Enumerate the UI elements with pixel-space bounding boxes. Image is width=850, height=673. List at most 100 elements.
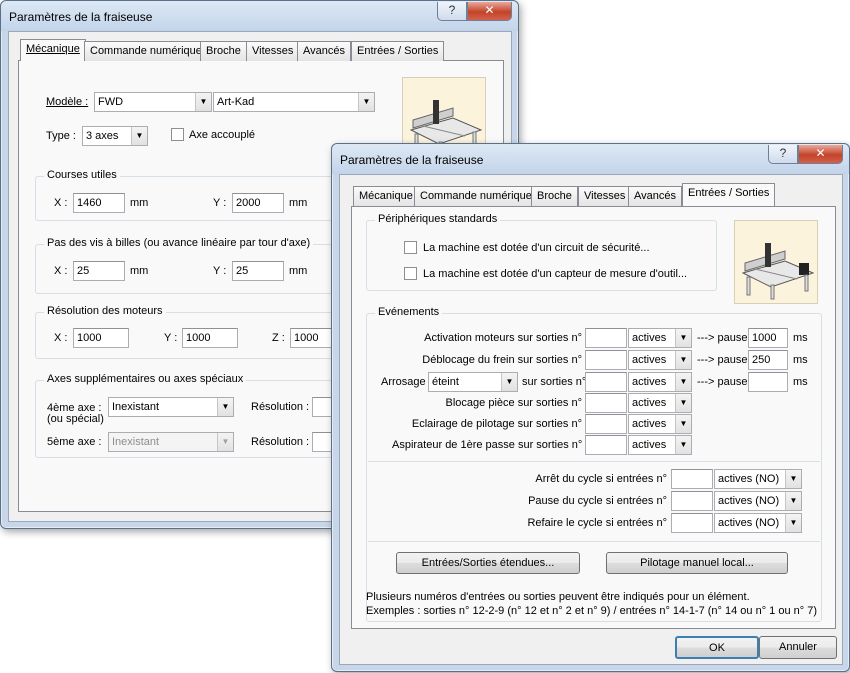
event-row-6-state-select[interactable]: actives ▼ [628,435,692,455]
peripheriques-title: Périphériques standards [375,213,501,225]
manual-control-button[interactable]: Pilotage manuel local... [606,552,788,574]
event-row-3-label: sur sorties n° [522,376,587,388]
back-tab-commande[interactable]: Commande numérique [84,41,208,61]
cycle-row-2-inputs-input[interactable] [671,491,713,511]
resolution-x-input[interactable]: 1000 [73,328,129,348]
chevron-down-icon: ▼ [675,329,691,347]
cycle-row-2-state-select[interactable]: actives (NO) ▼ [714,491,802,511]
cycle-row-2-state-value: actives (NO) [718,495,780,507]
front-tab-entrees[interactable]: Entrées / Sorties [682,183,776,206]
evenements-title: Evénements [375,306,443,318]
event-row-4-outputs-input[interactable] [585,393,627,413]
axes-title: Axes supplémentaires ou axes spéciaux [44,373,247,385]
machine-image [734,220,818,304]
front-tab-vitesses[interactable]: Vitesses [578,186,632,206]
cycle-row-2-label: Pause du cycle si entrées n° [528,495,667,507]
type-value: 3 axes [86,130,119,142]
cycle-row-3-label: Refaire le cycle si entrées n° [527,517,667,529]
cycle-row-1-inputs-input[interactable] [671,469,713,489]
model-name-value: Art-Kad [217,96,255,108]
courses-x-label: X : [54,197,68,209]
front-tab-avances[interactable]: Avancés [628,186,682,206]
chevron-down-icon: ▼ [217,433,233,451]
resolution-x-label: X : [54,332,68,344]
cycle-row-3-state-select[interactable]: actives (NO) ▼ [714,513,802,533]
axis4-sublabel: (ou spécial) [47,413,104,425]
front-close-button[interactable]: ✕ [798,145,843,164]
cycle-row-1-state-select[interactable]: actives (NO) ▼ [714,469,802,489]
event-row-1-state-value: actives [632,332,667,344]
type-select[interactable]: 3 axes ▼ [82,126,148,146]
tool-sensor-checkbox[interactable] [404,267,417,280]
axis4-resolution-label: Résolution : [251,401,310,413]
back-tab-avances[interactable]: Avancés [297,41,351,61]
resolution-y-input[interactable]: 1000 [182,328,238,348]
event-row-4-state-value: actives [632,397,667,409]
evenements-separator-1 [368,461,820,462]
evenements-separator-2 [368,541,820,542]
front-tab-mecanique[interactable]: Mécanique [353,186,419,206]
pas-y-label: Y : [213,265,227,277]
event-row-1-pause-input[interactable]: 1000 [748,328,788,348]
event-row-2-outputs-input[interactable] [585,350,627,370]
chevron-down-icon: ▼ [217,398,233,416]
pas-x-input[interactable]: 25 [73,261,125,281]
event-row-2-pause-input[interactable]: 250 [748,350,788,370]
back-close-button[interactable]: ✕ [467,2,512,21]
front-dialog-client: Périphériques standards La machine est d… [339,174,843,665]
cancel-button[interactable]: Annuler [759,636,837,659]
event-row-5-state-value: actives [632,418,667,430]
pas-x-unit: mm [130,265,149,277]
model-label: Modèle : [46,96,89,108]
back-tab-broche[interactable]: Broche [200,41,247,61]
model-brand-value: FWD [98,96,124,108]
model-select-name[interactable]: Art-Kad ▼ [213,92,375,112]
resolution-title: Résolution des moteurs [44,305,166,317]
event-row-4-state-select[interactable]: actives ▼ [628,393,692,413]
axis4-value: Inexistant [112,401,160,413]
back-tab-vitesses[interactable]: Vitesses [246,41,300,61]
chevron-down-icon: ▼ [785,492,801,510]
courses-y-input[interactable]: 2000 [232,193,284,213]
chevron-down-icon: ▼ [358,93,374,111]
back-tab-entrees[interactable]: Entrées / Sorties [351,41,445,61]
courses-x-input[interactable]: 1460 [73,193,125,213]
extended-io-button[interactable]: Entrées/Sorties étendues... [396,552,580,574]
axis4-select[interactable]: Inexistant ▼ [108,397,234,417]
pas-y-input[interactable]: 25 [232,261,284,281]
event-row-1-outputs-input[interactable] [585,328,627,348]
event-row-3-outputs-input[interactable] [585,372,627,392]
chevron-down-icon: ▼ [675,415,691,433]
cycle-row-1-label: Arrêt du cycle si entrées n° [535,473,667,485]
courses-title: Courses utiles [44,169,120,181]
pas-x-label: X : [54,265,68,277]
event-row-3-pause-input[interactable] [748,372,788,392]
event-row-1-state-select[interactable]: actives ▼ [628,328,692,348]
back-help-button[interactable]: ? [437,2,467,21]
cycle-row-3-inputs-input[interactable] [671,513,713,533]
chevron-down-icon: ▼ [501,373,517,391]
event-row-5-outputs-input[interactable] [585,414,627,434]
event-row-2-state-select[interactable]: actives ▼ [628,350,692,370]
front-tab-broche[interactable]: Broche [531,186,578,206]
axis5-select[interactable]: Inexistant ▼ [108,432,234,452]
front-tab-commande[interactable]: Commande numérique [414,186,538,206]
front-dialog-title: Paramètres de la fraiseuse [340,153,484,167]
arrosage-select[interactable]: éteint ▼ [428,372,518,392]
front-help-button[interactable]: ? [768,145,798,164]
back-tab-mecanique[interactable]: Mécanique [20,39,86,61]
event-row-6-state-value: actives [632,439,667,451]
event-row-3-state-select[interactable]: actives ▼ [628,372,692,392]
security-circuit-checkbox[interactable] [404,241,417,254]
event-row-5-state-select[interactable]: actives ▼ [628,414,692,434]
coupled-axis-checkbox[interactable] [171,128,184,141]
cycle-row-3-state-value: actives (NO) [718,517,780,529]
ok-button[interactable]: OK [675,636,759,659]
event-row-2-label: Déblocage du frein sur sorties n° [422,354,582,366]
event-row-6-outputs-input[interactable] [585,435,627,455]
event-row-2-state-value: actives [632,354,667,366]
model-select-brand[interactable]: FWD ▼ [94,92,212,112]
event-row-3-pause-label: ---> pause [697,376,748,388]
chevron-down-icon: ▼ [675,373,691,391]
event-row-1-pause-label: ---> pause [697,332,748,344]
